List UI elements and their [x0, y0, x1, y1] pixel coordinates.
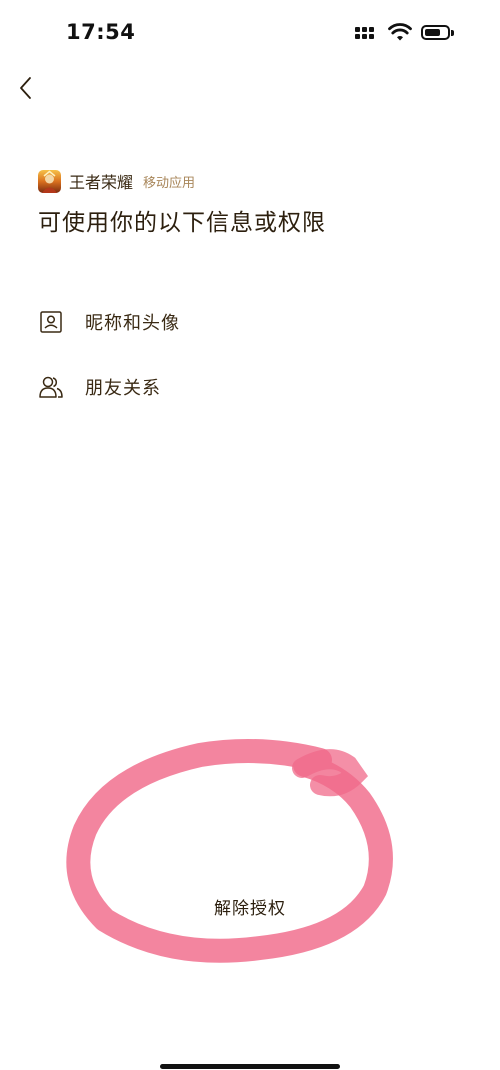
- profile-card-icon: [38, 309, 64, 335]
- status-time: 17:54: [66, 20, 136, 44]
- wifi-icon: [388, 23, 412, 41]
- friends-icon: [38, 374, 64, 400]
- chevron-left-icon: [20, 77, 31, 99]
- page-title: 可使用你的以下信息或权限: [38, 210, 326, 236]
- back-button[interactable]: [14, 74, 40, 102]
- permission-label: 昵称和头像: [85, 313, 180, 334]
- revoke-authorization-button[interactable]: 解除授权: [190, 888, 310, 924]
- home-indicator: [160, 1064, 340, 1069]
- permission-label: 朋友关系: [85, 378, 161, 399]
- cellular-signal-icon: [355, 27, 375, 43]
- battery-icon: [421, 25, 450, 40]
- app-name: 王者荣耀: [69, 173, 134, 192]
- app-type-label: 移动应用: [143, 175, 196, 191]
- app-game-icon: [38, 169, 61, 193]
- status-bar: 17:54: [0, 0, 500, 68]
- app-info-row: 王者荣耀 移动应用: [38, 169, 195, 193]
- permission-item-friends: 朋友关系: [38, 372, 161, 402]
- permission-item-nickname-avatar: 昵称和头像: [38, 307, 180, 337]
